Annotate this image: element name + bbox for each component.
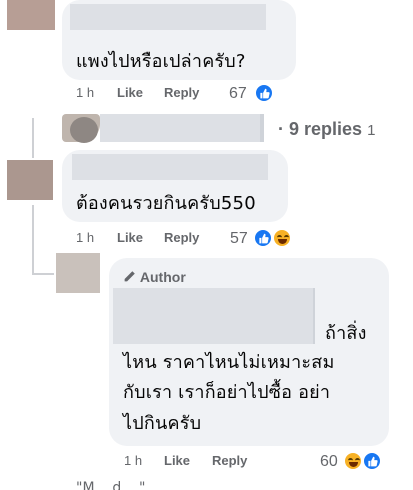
haha-reaction-icon: [272, 228, 292, 248]
reaction-count[interactable]: 60: [320, 453, 338, 471]
reply-button[interactable]: Reply: [212, 453, 247, 468]
comment-time[interactable]: 1 h: [76, 230, 94, 245]
redacted-replier-names: [260, 114, 264, 142]
reply-text-line: ถ้าสิ่ง: [325, 323, 367, 344]
author-reply-bubble: Author ถ้าสิ่ง ไหน ราคาไหนไม่เหมาะสม กับ…: [109, 258, 389, 446]
comment-time[interactable]: 1 h: [124, 453, 142, 468]
thread-connector: [32, 273, 54, 275]
view-replies-link[interactable]: · 9 replies 1: [278, 119, 375, 140]
reply-button[interactable]: Reply: [164, 230, 199, 245]
comment-text: ต้องคนรวยกินครับ550: [76, 193, 256, 214]
avatar[interactable]: [7, 160, 53, 200]
reaction-count[interactable]: 67: [229, 85, 247, 103]
reaction-count[interactable]: 57: [230, 230, 248, 248]
replies-count-label: 9 replies: [289, 119, 363, 139]
like-reaction-icon: [253, 228, 273, 248]
author-avatar[interactable]: [56, 253, 100, 293]
thread-line: [32, 118, 34, 158]
redacted-replier-names: [100, 114, 260, 142]
comment-time[interactable]: 1 h: [76, 85, 94, 100]
comment-bubble: แพงไปหรือเปล่าครับ?: [62, 0, 296, 80]
reply-button[interactable]: Reply: [164, 85, 199, 100]
haha-reaction-icon: [343, 451, 363, 471]
like-button[interactable]: Like: [164, 453, 190, 468]
reply-avatar-small-inner: [70, 117, 98, 143]
like-reaction-icon: [254, 83, 274, 103]
like-button[interactable]: Like: [117, 85, 143, 100]
reply-text-line: กับเรา เราก็อย่าไปซื้อ อย่า: [123, 382, 331, 403]
comment-text: แพงไปหรือเปล่าครับ?: [76, 51, 246, 72]
like-button[interactable]: Like: [117, 230, 143, 245]
redacted-username: [70, 4, 266, 30]
thread-line: [32, 205, 34, 275]
redacted-reply-text: [313, 288, 315, 344]
author-badge: Author: [123, 269, 186, 285]
reply-text-line: ไปกินครับ: [123, 413, 202, 434]
replies-trail: 1: [367, 122, 376, 139]
redacted-username: [72, 154, 268, 180]
like-reaction-icon: [362, 451, 382, 471]
redacted-reply-text: [113, 288, 313, 344]
pencil-icon: [124, 271, 135, 282]
avatar[interactable]: [7, 0, 55, 30]
reply-text-line: ไหน ราคาไหนไม่เหมาะสม: [123, 352, 335, 373]
separator-dot: ·: [278, 119, 284, 139]
cut-off-text: "M... d... "... ... ... ...: [76, 480, 213, 490]
comment-bubble: ต้องคนรวยกินครับ550: [62, 150, 288, 222]
